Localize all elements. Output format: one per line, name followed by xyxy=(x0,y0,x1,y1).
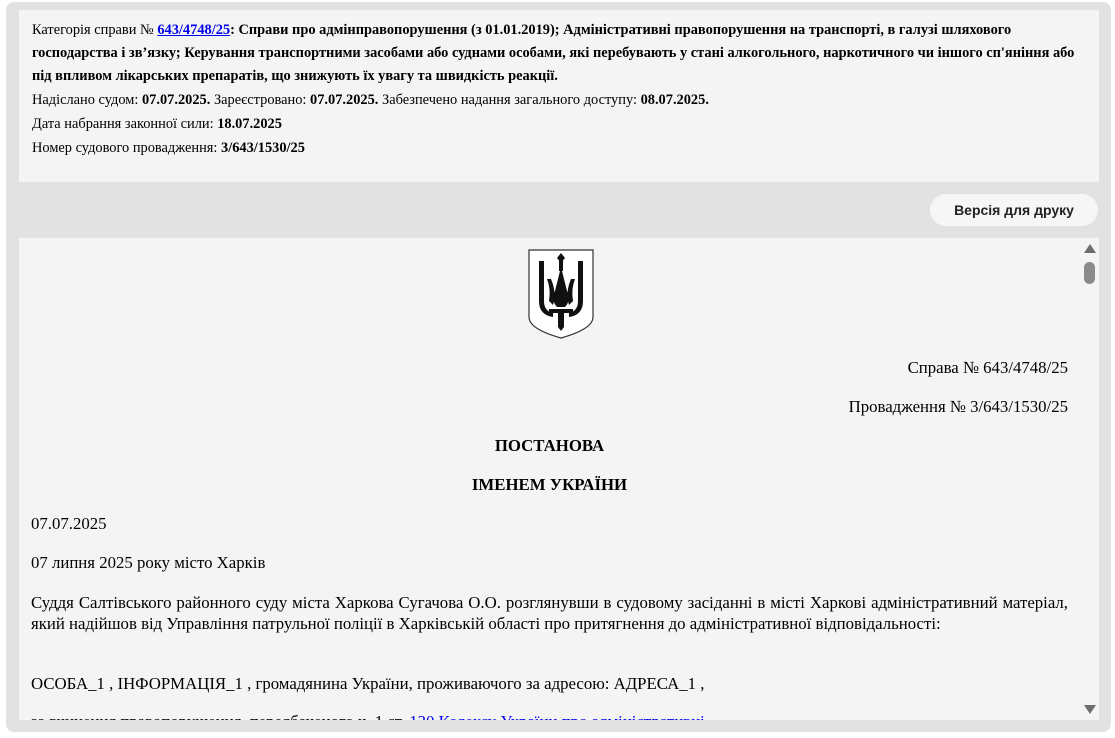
scroll-up-arrow-icon[interactable] xyxy=(1084,244,1096,253)
proceeding-label: Номер судового провадження: xyxy=(32,140,221,156)
document-date-place: 07 липня 2025 року місто Харків xyxy=(31,553,266,572)
case-dates: Надіслано судом: 07.07.2025. Зареєстрова… xyxy=(32,89,1087,112)
access-date: 08.07.2025. xyxy=(640,92,709,108)
access-label: Забезпечено надання загального доступу: xyxy=(378,92,641,108)
document-paragraph-offense: за вчинення правопорушення, передбаченог… xyxy=(31,711,1068,720)
document-title: ПОСТАНОВА xyxy=(494,436,605,455)
offense-text: за вчинення правопорушення, передбаченог… xyxy=(31,712,409,720)
scrollbar-thumb[interactable] xyxy=(1084,262,1095,284)
registered-date: 07.07.2025. xyxy=(310,92,379,108)
case-category: Категорія справи № 643/4748/25: Справи п… xyxy=(32,19,1087,88)
effective-date-line: Дата набрання законної сили: 18.07.2025 xyxy=(32,113,1087,136)
proceeding-number-line: Номер судового провадження: 3/643/1530/2… xyxy=(32,137,1087,160)
coat-of-arms-of-ukraine-icon xyxy=(528,249,594,339)
case-number-line: Справа № 643/4748/25 xyxy=(907,358,1068,377)
document-date: 07.07.2025 xyxy=(31,514,107,533)
sent-date: 07.07.2025. xyxy=(141,92,211,108)
case-info-panel: Категорія справи № 643/4748/25: Справи п… xyxy=(19,10,1099,182)
document-subtitle: ІМЕНЕМ УКРАЇНИ xyxy=(471,475,628,494)
document-paragraph-person: ОСОБА_1 , ІНФОРМАЦІЯ_1 , громадянина Укр… xyxy=(31,674,705,693)
effective-label: Дата набрання законної сили: xyxy=(32,116,218,132)
proceeding-number: 3/643/1530/25 xyxy=(221,140,305,156)
print-version-button[interactable]: Версія для друку xyxy=(930,194,1098,226)
scroll-down-arrow-icon[interactable] xyxy=(1084,705,1096,714)
effective-date: 18.07.2025 xyxy=(217,116,282,132)
registered-label: Зареєстровано: xyxy=(210,92,311,108)
case-number-link[interactable]: 643/4748/25 xyxy=(157,22,230,38)
document-scrollbar[interactable] xyxy=(1080,238,1099,720)
sent-label: Надіслано судом: xyxy=(32,92,142,108)
document-viewer: Справа № 643/4748/25 Провадження № 3/643… xyxy=(19,238,1099,720)
proceeding-line: Провадження № 3/643/1530/25 xyxy=(848,397,1068,416)
document-paragraph-judge: Суддя Салтівського районного суду міста … xyxy=(31,593,1068,633)
category-prefix: Категорія справи № xyxy=(32,22,158,38)
code-article-link[interactable]: 130 Кодексу України про адміністративні xyxy=(409,712,705,720)
